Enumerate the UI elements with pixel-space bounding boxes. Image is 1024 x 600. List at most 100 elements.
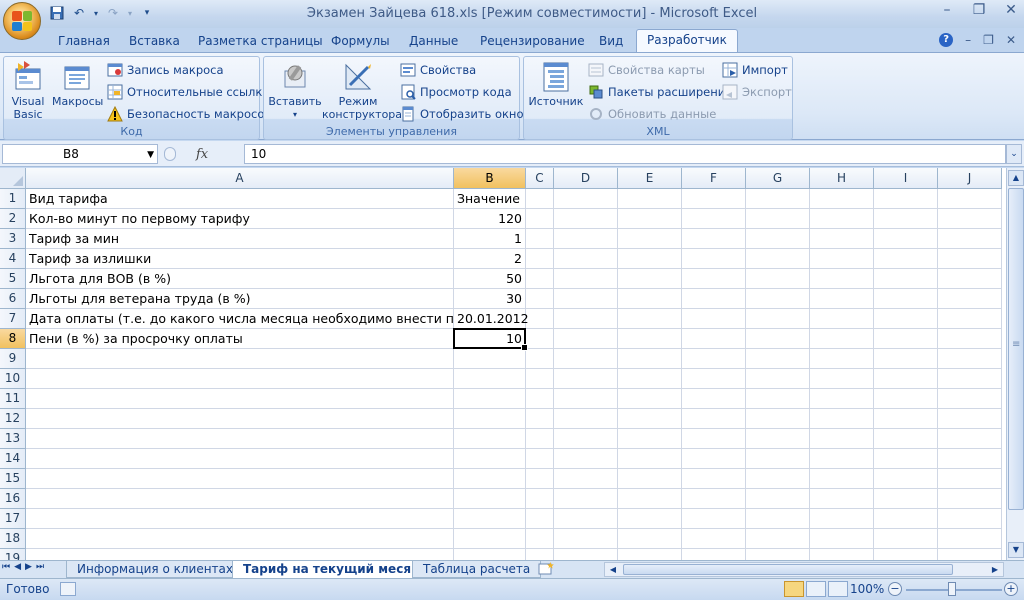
formula-input[interactable]: 10 (244, 144, 1006, 164)
page-break-preview-icon[interactable] (828, 581, 848, 597)
tab-view[interactable]: Вид (589, 32, 633, 52)
cell-b7[interactable]: 20.01.2012 (454, 309, 529, 329)
cell-a5[interactable]: Льгота для ВОВ (в %) (26, 269, 454, 289)
horizontal-scroll-thumb[interactable] (623, 564, 953, 575)
cell-f17[interactable] (682, 509, 746, 529)
cell-j14[interactable] (938, 449, 1002, 469)
cell-g12[interactable] (746, 409, 810, 429)
cell-a9[interactable] (26, 349, 454, 369)
cell-h19[interactable] (810, 549, 874, 560)
cell-g5[interactable] (746, 269, 810, 289)
next-sheet-icon[interactable]: ▶ (25, 562, 32, 572)
cell-e4[interactable] (618, 249, 682, 269)
row-header[interactable]: 15 (0, 469, 26, 489)
cell-f5[interactable] (682, 269, 746, 289)
insert-function-button[interactable]: fx (196, 147, 208, 162)
cell-d4[interactable] (554, 249, 618, 269)
normal-view-icon[interactable] (784, 581, 804, 597)
cell-i9[interactable] (874, 349, 938, 369)
cell-j10[interactable] (938, 369, 1002, 389)
column-header-f[interactable]: F (682, 168, 746, 189)
record-macro-button[interactable]: Запись макроса (107, 61, 224, 79)
cell-i19[interactable] (874, 549, 938, 560)
cell-i8[interactable] (874, 329, 938, 349)
formula-bar-handle-icon[interactable] (164, 147, 176, 161)
refresh-data-button[interactable]: Обновить данные (588, 105, 716, 123)
cell-a10[interactable] (26, 369, 454, 389)
cell-b13[interactable] (454, 429, 526, 449)
cell-d17[interactable] (554, 509, 618, 529)
cell-i2[interactable] (874, 209, 938, 229)
cell-h15[interactable] (810, 469, 874, 489)
cell-i6[interactable] (874, 289, 938, 309)
cell-b6[interactable]: 30 (454, 289, 526, 309)
cell-a15[interactable] (26, 469, 454, 489)
column-header-i[interactable]: I (874, 168, 938, 189)
cell-b8[interactable]: 10 (454, 329, 526, 349)
cell-i12[interactable] (874, 409, 938, 429)
cell-h9[interactable] (810, 349, 874, 369)
column-header-j[interactable]: J (938, 168, 1002, 189)
cell-b3[interactable]: 1 (454, 229, 526, 249)
cell-e17[interactable] (618, 509, 682, 529)
cell-f1[interactable] (682, 189, 746, 209)
sheet-tab-calculation[interactable]: Таблица расчета (412, 561, 542, 578)
cell-c14[interactable] (526, 449, 554, 469)
cell-a11[interactable] (26, 389, 454, 409)
cell-b16[interactable] (454, 489, 526, 509)
column-header-g[interactable]: G (746, 168, 810, 189)
cell-f10[interactable] (682, 369, 746, 389)
insert-control-button[interactable]: Вставить ▾ (268, 61, 322, 121)
cell-a17[interactable] (26, 509, 454, 529)
cell-i5[interactable] (874, 269, 938, 289)
cell-d14[interactable] (554, 449, 618, 469)
cell-c11[interactable] (526, 389, 554, 409)
cell-i1[interactable] (874, 189, 938, 209)
cell-c7[interactable] (526, 309, 554, 329)
cell-d12[interactable] (554, 409, 618, 429)
cell-a2[interactable]: Кол-во минут по первому тарифу (26, 209, 454, 229)
row-header[interactable]: 10 (0, 369, 26, 389)
cell-f2[interactable] (682, 209, 746, 229)
cell-d13[interactable] (554, 429, 618, 449)
cell-i17[interactable] (874, 509, 938, 529)
cell-b15[interactable] (454, 469, 526, 489)
row-header[interactable]: 5 (0, 269, 26, 289)
cell-h8[interactable] (810, 329, 874, 349)
cell-d11[interactable] (554, 389, 618, 409)
cell-c13[interactable] (526, 429, 554, 449)
cell-f7[interactable] (682, 309, 746, 329)
cell-g1[interactable] (746, 189, 810, 209)
restore-icon[interactable]: ❐ (970, 2, 988, 18)
cell-j18[interactable] (938, 529, 1002, 549)
cell-j2[interactable] (938, 209, 1002, 229)
cell-a18[interactable] (26, 529, 454, 549)
cell-b18[interactable] (454, 529, 526, 549)
cell-d7[interactable] (554, 309, 618, 329)
cell-b14[interactable] (454, 449, 526, 469)
cell-h7[interactable] (810, 309, 874, 329)
cell-b4[interactable]: 2 (454, 249, 526, 269)
cell-e1[interactable] (618, 189, 682, 209)
cell-h13[interactable] (810, 429, 874, 449)
cell-f6[interactable] (682, 289, 746, 309)
zoom-out-icon[interactable]: − (888, 582, 902, 596)
row-header[interactable]: 19 (0, 549, 26, 560)
page-layout-view-icon[interactable] (806, 581, 826, 597)
name-box-dropdown-icon[interactable]: ▼ (147, 146, 154, 164)
row-header[interactable]: 8 (0, 329, 26, 349)
cell-d5[interactable] (554, 269, 618, 289)
cell-g3[interactable] (746, 229, 810, 249)
column-header-b[interactable]: B (454, 168, 526, 189)
insert-sheet-icon[interactable] (534, 562, 558, 577)
cell-a19[interactable] (26, 549, 454, 560)
cell-a12[interactable] (26, 409, 454, 429)
row-header[interactable]: 11 (0, 389, 26, 409)
expand-formula-bar-icon[interactable]: ⌄ (1006, 144, 1022, 164)
cell-b2[interactable]: 120 (454, 209, 526, 229)
xml-export-button[interactable]: Экспорт (722, 83, 792, 101)
cell-h16[interactable] (810, 489, 874, 509)
cell-g10[interactable] (746, 369, 810, 389)
cell-g18[interactable] (746, 529, 810, 549)
cell-g15[interactable] (746, 469, 810, 489)
